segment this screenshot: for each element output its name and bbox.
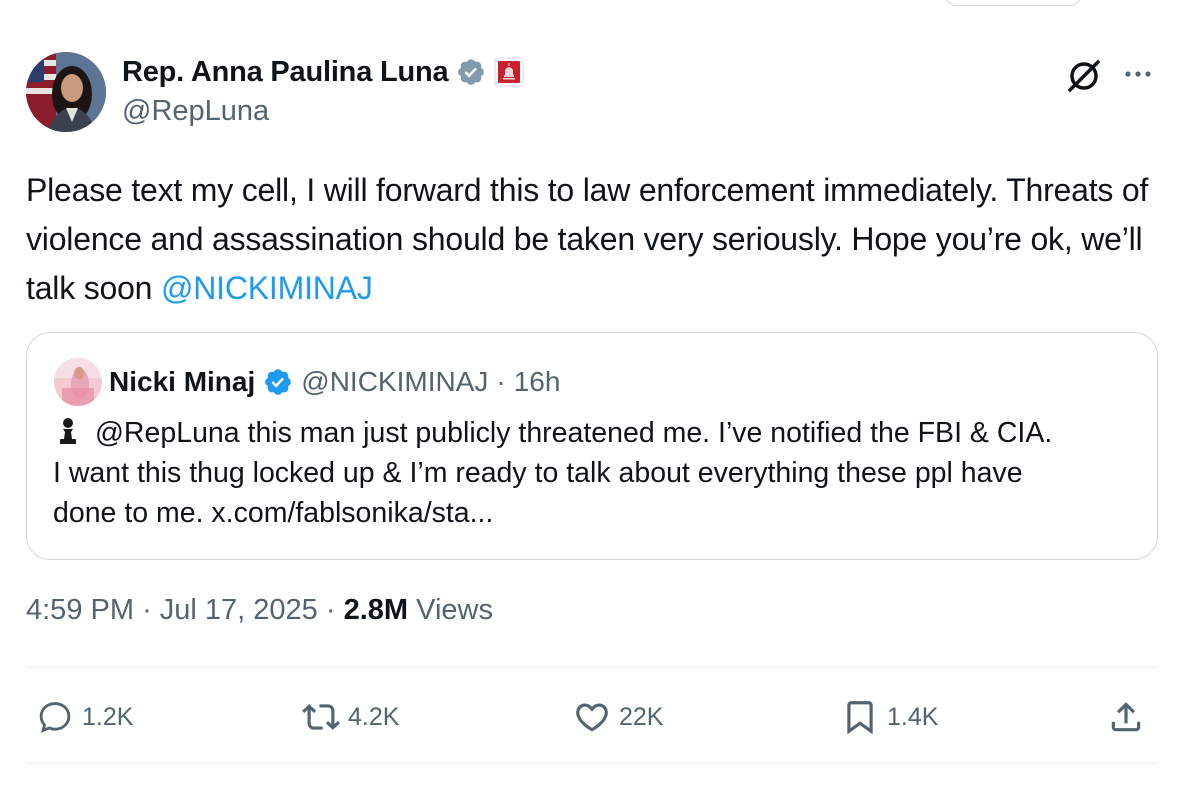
repost-icon	[302, 704, 340, 730]
quoted-separator: ·	[496, 366, 506, 397]
quoted-header: Nicki Minaj @NICKIMINAJ · 16h	[109, 363, 560, 401]
views-count: 2.8M	[343, 594, 409, 626]
avatar-image	[26, 52, 106, 132]
verified-gray-badge-icon[interactable]	[456, 57, 486, 87]
verified-blue-badge-icon[interactable]	[263, 367, 293, 397]
tweet-date[interactable]: Jul 17, 2025	[160, 594, 318, 626]
quoted-text: @RepLuna this man just publicly threaten…	[53, 413, 1143, 533]
like-count: 22K	[619, 702, 664, 731]
quoted-line-2: I want this thug locked up & I’m ready t…	[53, 457, 1023, 489]
bookmark-button[interactable]: 1.4K	[841, 697, 938, 737]
quoted-author-avatar[interactable]	[54, 358, 102, 406]
bookmark-icon	[847, 701, 873, 735]
quoted-avatar-image	[54, 358, 102, 406]
divider-bottom	[26, 763, 1158, 764]
grok-icon[interactable]	[1064, 56, 1104, 96]
quoted-line-1: @RepLuna this man just publicly threaten…	[53, 413, 1143, 453]
author-avatar[interactable]	[26, 52, 106, 132]
heart-icon	[576, 703, 608, 732]
government-badge-icon[interactable]	[494, 57, 524, 87]
quoted-timestamp[interactable]: 16h	[514, 366, 561, 398]
top-button-partial[interactable]	[944, 0, 1082, 6]
quoted-author-name[interactable]: Nicki Minaj	[109, 366, 255, 398]
tweet-time[interactable]: 4:59 PM	[26, 594, 134, 626]
quoted-line-1-text: @RepLuna this man just publicly threaten…	[95, 417, 1053, 449]
repost-button[interactable]: 4.2K	[302, 697, 399, 737]
quoted-line-3: done to me. x.com/fablsonika/sta...	[53, 497, 494, 529]
quoted-tweet-card[interactable]: Nicki Minaj @NICKIMINAJ · 16h @RepLuna t…	[26, 332, 1158, 560]
reply-icon	[39, 702, 71, 733]
author-handle[interactable]: @RepLuna	[122, 95, 269, 128]
author-name-row: Rep. Anna Paulina Luna	[122, 54, 524, 90]
pawn-icon	[60, 418, 76, 444]
meta-separator: ·	[325, 594, 344, 626]
meta-separator: ·	[142, 594, 160, 626]
quoted-author-handle[interactable]: @NICKIMINAJ	[301, 366, 488, 398]
bookmark-count: 1.4K	[887, 702, 939, 731]
more-options-icon[interactable]	[1120, 56, 1156, 92]
reply-button[interactable]: 1.2K	[36, 697, 133, 737]
share-icon	[1111, 702, 1141, 732]
mention-link[interactable]: @NICKIMINAJ	[161, 270, 373, 306]
tweet-meta: 4:59 PM · Jul 17, 2025 · 2.8M Views	[26, 594, 493, 627]
divider-top	[26, 667, 1158, 668]
share-button[interactable]	[1107, 697, 1145, 737]
reply-count: 1.2K	[82, 702, 134, 731]
author-name[interactable]: Rep. Anna Paulina Luna	[122, 56, 449, 89]
views-label: Views	[416, 594, 493, 626]
like-button[interactable]: 22K	[573, 697, 663, 737]
tweet-text: Please text my cell, I will forward this…	[26, 166, 1156, 313]
repost-count: 4.2K	[348, 702, 400, 731]
